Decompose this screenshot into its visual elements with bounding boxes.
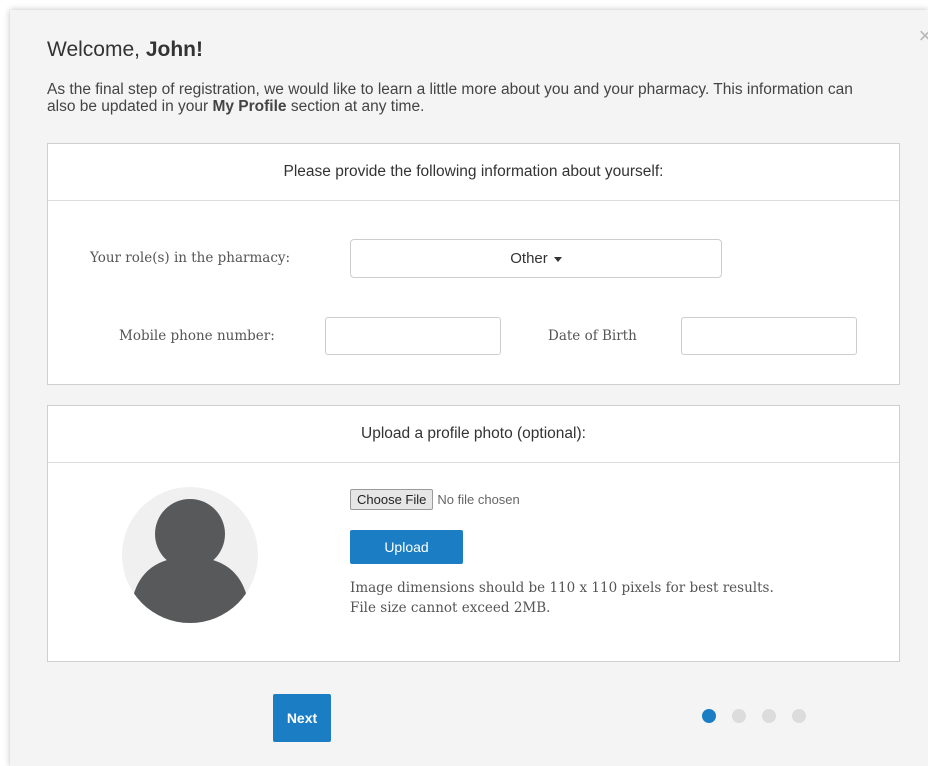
- upload-hint-line1: Image dimensions should be 110 x 110 pix…: [350, 580, 774, 596]
- role-label: Your role(s) in the pharmacy:: [90, 250, 291, 266]
- avatar-placeholder: [122, 487, 258, 623]
- close-icon[interactable]: ×: [915, 25, 928, 47]
- user-name: John!: [145, 38, 203, 61]
- about-panel-heading: Please provide the following information…: [48, 144, 899, 201]
- mobile-phone-label: Mobile phone number:: [119, 328, 275, 344]
- photo-panel: Upload a profile photo (optional): Choos…: [47, 405, 900, 662]
- role-dropdown[interactable]: Other: [350, 239, 722, 278]
- step-dot-2[interactable]: [732, 709, 746, 723]
- step-indicator: [702, 709, 806, 723]
- upload-hint-line2: File size cannot exceed 2MB.: [350, 600, 551, 616]
- date-of-birth-label: Date of Birth: [548, 328, 637, 344]
- about-panel: Please provide the following information…: [47, 143, 900, 385]
- role-dropdown-value: Other: [510, 250, 548, 267]
- welcome-heading: Welcome, John!: [47, 38, 203, 62]
- file-chooser: Choose File No file chosen: [350, 489, 520, 510]
- intro-text: As the final step of registration, we wo…: [47, 81, 867, 115]
- my-profile-reference: My Profile: [212, 98, 287, 115]
- step-dot-4[interactable]: [792, 709, 806, 723]
- upload-button[interactable]: Upload: [350, 530, 463, 564]
- step-dot-3[interactable]: [762, 709, 776, 723]
- mobile-phone-input[interactable]: [325, 317, 501, 355]
- caret-down-icon: [553, 256, 562, 262]
- welcome-prefix: Welcome,: [47, 38, 146, 61]
- photo-panel-heading: Upload a profile photo (optional):: [48, 406, 899, 463]
- intro-part1: As the final step of registration, we wo…: [47, 81, 853, 115]
- intro-part2: section at any time.: [286, 98, 425, 115]
- no-file-text: No file chosen: [437, 492, 520, 507]
- next-button[interactable]: Next: [273, 694, 331, 742]
- choose-file-button[interactable]: Choose File: [350, 489, 434, 510]
- user-silhouette-icon: [130, 499, 250, 623]
- date-of-birth-input[interactable]: [681, 317, 857, 355]
- upload-hint: Image dimensions should be 110 x 110 pix…: [350, 578, 774, 618]
- step-dot-1[interactable]: [702, 709, 716, 723]
